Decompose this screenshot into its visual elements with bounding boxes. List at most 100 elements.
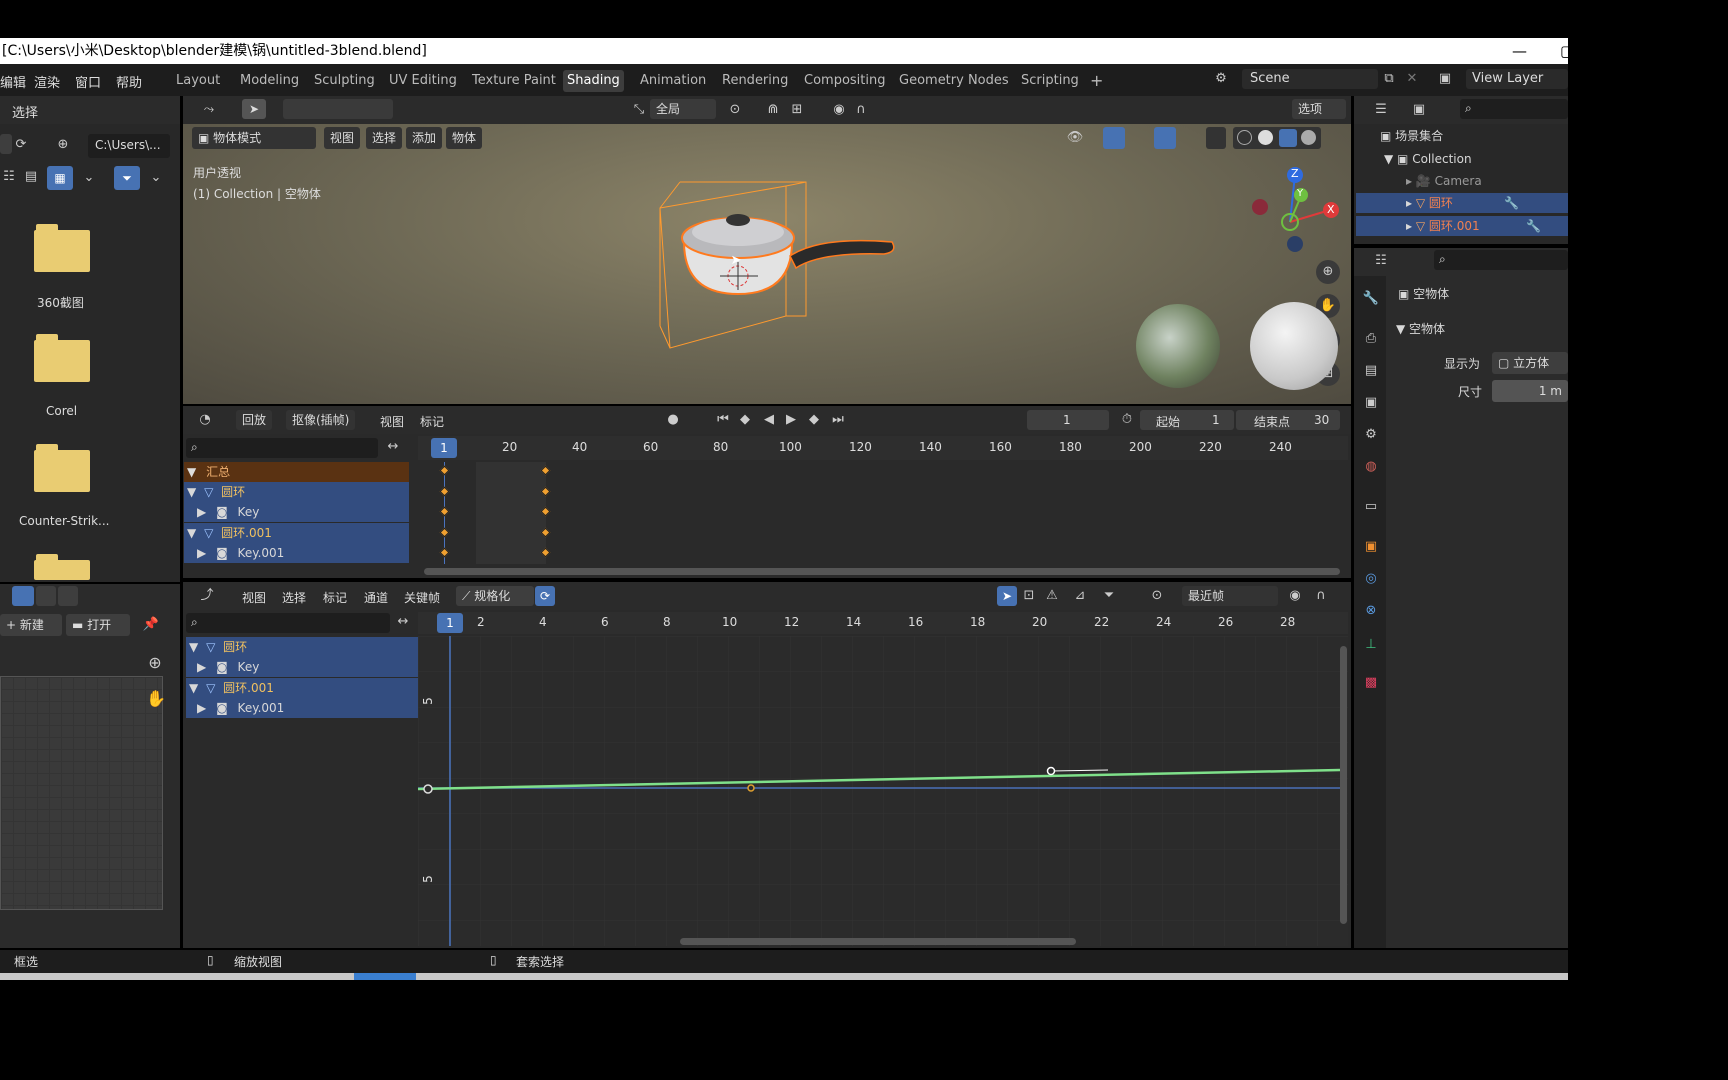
menu-edit[interactable]: 编辑 xyxy=(0,72,26,91)
filter-icon[interactable]: ⏷ xyxy=(1100,587,1118,605)
keying-menu[interactable]: 抠像(插帧) xyxy=(286,410,356,430)
select-subtract-button[interactable] xyxy=(58,586,78,606)
graph-channel-menu[interactable]: 通道 xyxy=(364,589,388,606)
folder-label[interactable]: 360截图 xyxy=(37,294,84,311)
scene-tab-icon[interactable]: ⚙ xyxy=(1362,426,1380,444)
timeline-h-scrollbar[interactable] xyxy=(424,568,1340,575)
outliner-scene-collection[interactable]: ▣ 场景集合 xyxy=(1380,126,1568,146)
pin-icon[interactable]: 📌 xyxy=(142,616,160,634)
new-image-button[interactable]: + 新建 xyxy=(0,614,62,636)
new-scene-icon[interactable]: ⧉ xyxy=(1380,70,1398,88)
physics-tab-icon[interactable]: ◎ xyxy=(1362,570,1380,588)
options-dropdown[interactable]: 选项 xyxy=(1292,99,1346,119)
view-layer-tab-icon[interactable]: ▣ xyxy=(1362,394,1380,412)
object-tab-icon[interactable]: ▣ xyxy=(1362,538,1380,556)
end-frame-field[interactable]: 结束点 30 xyxy=(1236,410,1340,430)
filter-button[interactable]: ⏷ xyxy=(114,166,140,190)
expand-arrow-icon[interactable]: ▼ xyxy=(187,485,196,499)
graph-ruler[interactable]: 1 2 4 6 8 10 12 14 16 18 20 22 24 26 28 xyxy=(418,612,1348,634)
graph-h-scrollbar[interactable] xyxy=(680,938,1076,945)
channel-object[interactable]: ▼ ▽ 圆环.001 xyxy=(184,523,409,543)
falloff-icon[interactable]: ∩ xyxy=(1312,587,1330,605)
graph-search-field[interactable]: ⌕ xyxy=(186,613,390,633)
render-tab-icon[interactable]: ⎙ xyxy=(1362,330,1380,348)
data-tab-icon[interactable]: ⊥ xyxy=(1362,636,1380,654)
pivot-icon[interactable]: ⊙ xyxy=(726,101,744,119)
dopesheet-area[interactable] xyxy=(418,462,1348,564)
play-reverse-icon[interactable]: ◀ xyxy=(760,411,778,429)
only-selected-button[interactable]: ➤ xyxy=(997,586,1017,606)
tab-animation[interactable]: Animation xyxy=(636,70,710,92)
render-shading-icon[interactable] xyxy=(1301,130,1316,145)
properties-editor-type-icon[interactable]: ☷ xyxy=(1372,252,1390,270)
tab-modeling[interactable]: Modeling xyxy=(236,70,303,92)
thumbnail-view-button[interactable]: ▦ xyxy=(47,166,73,190)
show-handles-icon[interactable]: ⊡ xyxy=(1020,587,1038,605)
playback-menu[interactable]: 回放 xyxy=(236,410,273,430)
modifier-wrench-icon[interactable]: 🔧 xyxy=(1504,193,1519,213)
selection-mode-buttons[interactable] xyxy=(283,99,393,119)
scene-selector[interactable]: Scene xyxy=(1242,69,1378,89)
add-menu[interactable]: 添加 xyxy=(406,127,443,149)
view-menu[interactable]: 视图 xyxy=(324,127,361,149)
channel-summary[interactable]: ▼ 汇总 xyxy=(184,462,409,482)
properties-section-header[interactable]: ▼ 空物体 xyxy=(1396,319,1568,339)
outliner-search-field[interactable]: ⌕ xyxy=(1460,99,1568,119)
gizmo-toggle[interactable] xyxy=(1103,127,1125,149)
delete-scene-icon[interactable]: ✕ xyxy=(1403,70,1421,88)
expand-arrow-icon[interactable]: ▶ xyxy=(197,660,206,674)
normalize-toggle[interactable]: ⟋ 规格化 xyxy=(456,586,534,606)
world-tab-icon[interactable]: ◍ xyxy=(1362,458,1380,476)
material-shading-icon[interactable] xyxy=(1279,129,1297,147)
stopwatch-icon[interactable]: ⏱ xyxy=(1118,411,1136,429)
hand-pan-icon[interactable]: ✋ xyxy=(146,690,166,708)
new-folder-icon[interactable]: ⊕ xyxy=(54,136,72,154)
display-as-dropdown[interactable]: ▢ 立方体 xyxy=(1492,352,1568,374)
folder-icon[interactable] xyxy=(34,334,90,382)
current-frame-field[interactable]: 1 xyxy=(1027,410,1109,430)
timeline-ruler[interactable]: 1 20 40 60 80 100 120 140 160 180 200 22… xyxy=(418,436,1348,460)
image-canvas[interactable] xyxy=(0,676,163,910)
pivot-icon[interactable]: ⊙ xyxy=(1148,587,1166,605)
tab-uv-editing[interactable]: UV Editing xyxy=(385,70,461,92)
normalize-view-icon[interactable]: ⊿ xyxy=(1071,587,1089,605)
solid-shading-icon[interactable] xyxy=(1258,130,1273,145)
timeline-view-menu[interactable]: 视图 xyxy=(380,413,404,430)
tab-scripting[interactable]: Scripting xyxy=(1017,70,1083,92)
outliner-object[interactable]: ▸ ▽ 圆环.001 🔧 xyxy=(1356,216,1568,236)
expand-arrow-icon[interactable]: ▸ xyxy=(1406,196,1416,210)
list-view-icon[interactable]: ☷ xyxy=(0,168,18,186)
add-workspace-button[interactable]: + xyxy=(1086,70,1107,92)
tab-sculpting[interactable]: Sculpting xyxy=(310,70,379,92)
next-keyframe-icon[interactable]: ◆ xyxy=(805,411,823,429)
tab-layout[interactable]: Layout xyxy=(172,70,224,92)
select-extend-button[interactable] xyxy=(36,586,56,606)
menu-render[interactable]: 渲染 xyxy=(34,72,60,91)
tab-shading[interactable]: Shading xyxy=(563,70,624,92)
graph-select-menu[interactable]: 选择 xyxy=(282,589,306,606)
folder-icon[interactable] xyxy=(34,224,90,272)
tab-rendering[interactable]: Rendering xyxy=(718,70,792,92)
expand-arrow-icon[interactable]: ▼ xyxy=(187,465,196,479)
outliner-camera[interactable]: ▸ 🎥 Camera xyxy=(1406,171,1568,191)
graph-channel-key[interactable]: ▶ ◙ Key xyxy=(186,657,418,677)
expand-arrow-icon[interactable]: ▸ xyxy=(1406,219,1416,233)
wireframe-shading-icon[interactable] xyxy=(1237,130,1252,145)
tool-tab-icon[interactable]: 🔧 xyxy=(1362,290,1380,308)
open-image-button[interactable]: ▬ 打开 xyxy=(66,614,130,636)
snap-icon[interactable]: ⋒ xyxy=(764,101,782,119)
overlay-toggle[interactable] xyxy=(1154,127,1176,149)
snap-target-icon[interactable]: ⊞ xyxy=(788,101,806,119)
expand-arrow-icon[interactable]: ▶ xyxy=(197,546,206,560)
output-tab-icon[interactable]: ▤ xyxy=(1362,362,1380,380)
modifier-wrench-icon[interactable]: 🔧 xyxy=(1526,216,1541,236)
xray-toggle[interactable] xyxy=(1206,127,1226,149)
falloff-icon[interactable]: ∩ xyxy=(852,101,870,119)
graph-v-scrollbar[interactable] xyxy=(1340,646,1347,924)
filter-dropdown-icon[interactable]: ⌄ xyxy=(147,169,165,187)
folder-icon[interactable] xyxy=(34,444,90,492)
tab-geometry-nodes[interactable]: Geometry Nodes xyxy=(895,70,1013,92)
texture-tab-icon[interactable]: ▩ xyxy=(1362,674,1380,692)
snap-dropdown[interactable]: 最近帧 xyxy=(1182,586,1278,606)
tab-compositing[interactable]: Compositing xyxy=(800,70,890,92)
